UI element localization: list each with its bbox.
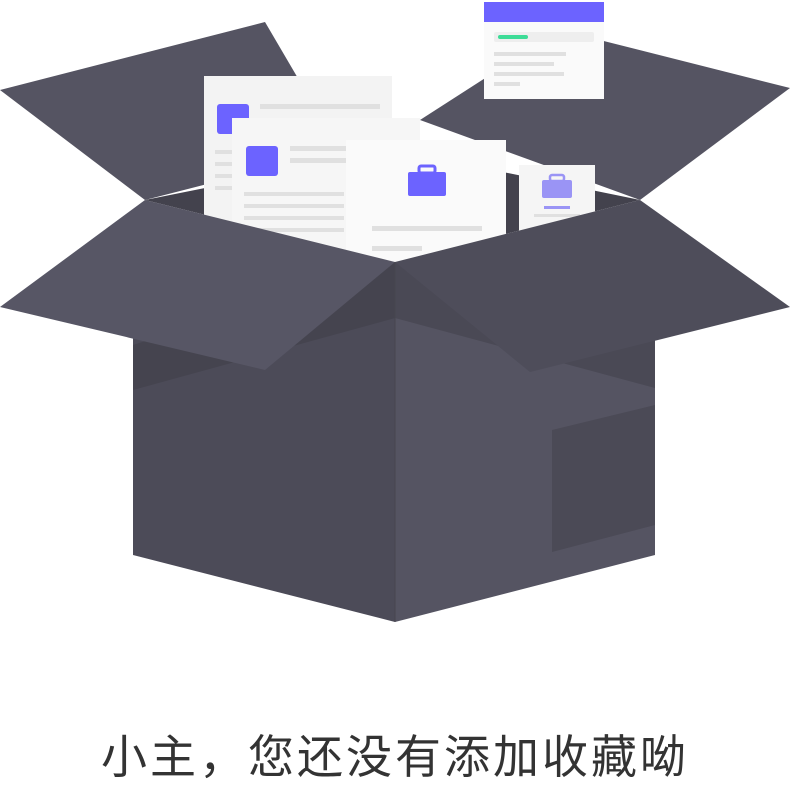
empty-favorites-message: 小主，您还没有添加收藏呦: [101, 730, 689, 784]
document-card-top: [484, 2, 604, 99]
empty-box-illustration: [0, 2, 790, 622]
